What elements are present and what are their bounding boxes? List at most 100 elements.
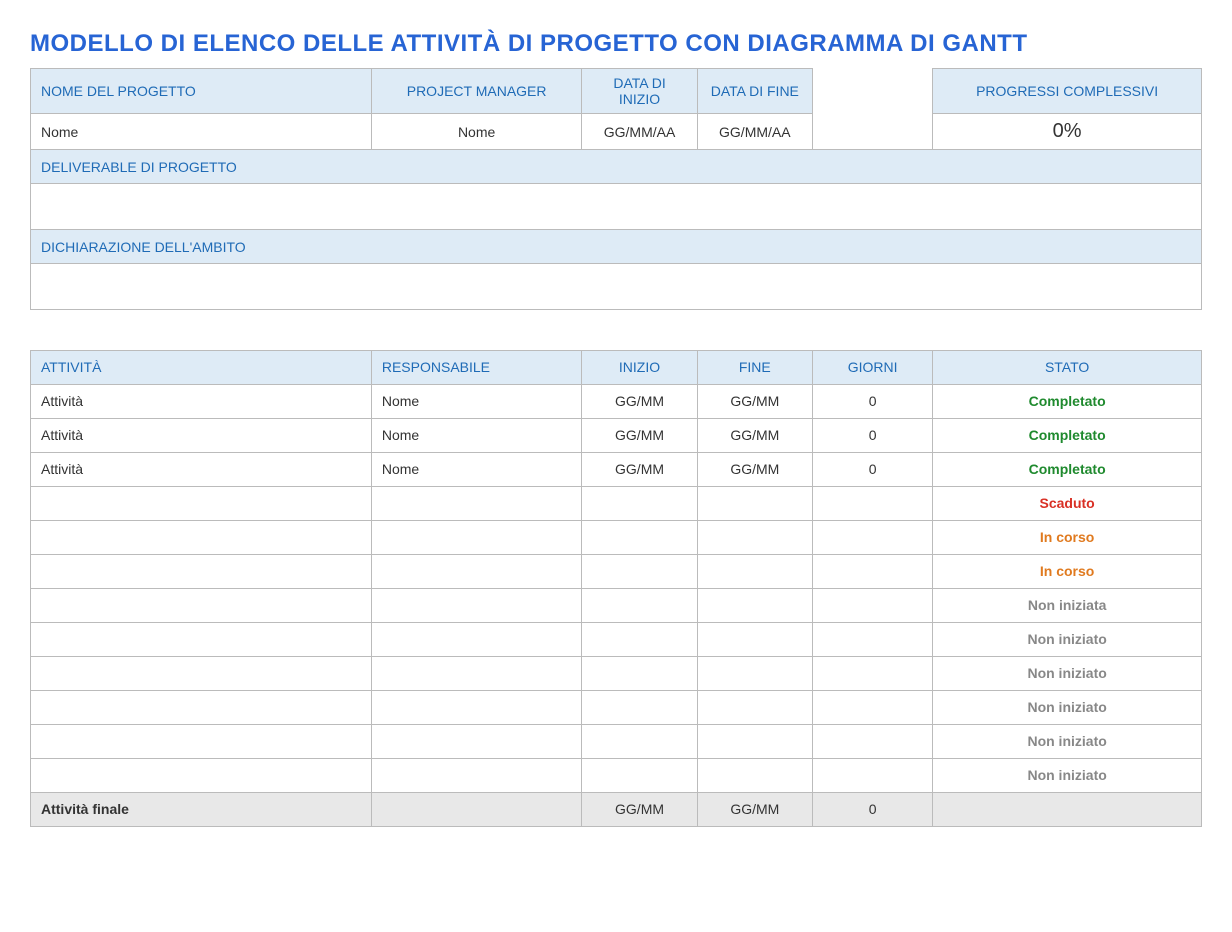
cell-days[interactable]	[812, 588, 932, 622]
final-status	[933, 792, 1202, 826]
cell-status: Non iniziato	[933, 690, 1202, 724]
cell-end[interactable]	[697, 758, 812, 792]
cell-responsible[interactable]: Nome	[371, 384, 582, 418]
cell-status: Non iniziata	[933, 588, 1202, 622]
cell-end[interactable]	[697, 724, 812, 758]
cell-days[interactable]: 0	[812, 384, 932, 418]
header-project-manager: PROJECT MANAGER	[371, 69, 582, 114]
cell-activity[interactable]: Attività	[31, 384, 372, 418]
spacer	[812, 69, 932, 114]
cell-start[interactable]: GG/MM	[582, 384, 697, 418]
table-row: Non iniziato	[31, 724, 1202, 758]
cell-activity[interactable]	[31, 622, 372, 656]
cell-activity[interactable]	[31, 724, 372, 758]
cell-responsible[interactable]	[371, 588, 582, 622]
cell-responsible[interactable]: Nome	[371, 452, 582, 486]
cell-days[interactable]	[812, 656, 932, 690]
cell-activity[interactable]: Attività	[31, 452, 372, 486]
header-start-date: DATA DI INIZIO	[582, 69, 697, 114]
value-end-date[interactable]: GG/MM/AA	[697, 114, 812, 150]
cell-end[interactable]	[697, 520, 812, 554]
value-deliverable[interactable]	[31, 184, 1202, 230]
cell-responsible[interactable]	[371, 724, 582, 758]
table-row: Non iniziato	[31, 656, 1202, 690]
cell-status: Non iniziato	[933, 622, 1202, 656]
cell-status: Completato	[933, 452, 1202, 486]
cell-days[interactable]: 0	[812, 418, 932, 452]
header-overall-progress: PROGRESSI COMPLESSIVI	[933, 69, 1202, 114]
cell-status: Non iniziato	[933, 758, 1202, 792]
header-status: STATO	[933, 350, 1202, 384]
cell-responsible[interactable]: Nome	[371, 418, 582, 452]
cell-activity[interactable]: Attività	[31, 418, 372, 452]
cell-start[interactable]	[582, 656, 697, 690]
cell-days[interactable]	[812, 724, 932, 758]
header-end: FINE	[697, 350, 812, 384]
cell-status: Completato	[933, 384, 1202, 418]
cell-activity[interactable]	[31, 520, 372, 554]
cell-responsible[interactable]	[371, 554, 582, 588]
cell-responsible[interactable]	[371, 758, 582, 792]
header-days: GIORNI	[812, 350, 932, 384]
cell-activity[interactable]	[31, 690, 372, 724]
cell-activity[interactable]	[31, 554, 372, 588]
final-row: Attività finale GG/MM GG/MM 0	[31, 792, 1202, 826]
cell-start[interactable]	[582, 622, 697, 656]
cell-start[interactable]	[582, 724, 697, 758]
cell-start[interactable]	[582, 758, 697, 792]
cell-start[interactable]: GG/MM	[582, 452, 697, 486]
table-row: In corso	[31, 554, 1202, 588]
cell-end[interactable]	[697, 656, 812, 690]
cell-start[interactable]	[582, 520, 697, 554]
cell-days[interactable]	[812, 622, 932, 656]
page-title: MODELLO DI ELENCO DELLE ATTIVITÀ DI PROG…	[30, 30, 1202, 58]
cell-end[interactable]: GG/MM	[697, 418, 812, 452]
cell-activity[interactable]	[31, 758, 372, 792]
table-row: AttivitàNomeGG/MMGG/MM0Completato	[31, 452, 1202, 486]
project-info-table: NOME DEL PROGETTO PROJECT MANAGER DATA D…	[30, 68, 1202, 350]
value-start-date[interactable]: GG/MM/AA	[582, 114, 697, 150]
cell-responsible[interactable]	[371, 690, 582, 724]
table-row: Non iniziato	[31, 690, 1202, 724]
cell-days[interactable]	[812, 554, 932, 588]
cell-start[interactable]	[582, 588, 697, 622]
cell-days[interactable]: 0	[812, 452, 932, 486]
cell-start[interactable]	[582, 486, 697, 520]
cell-activity[interactable]	[31, 588, 372, 622]
cell-status: Completato	[933, 418, 1202, 452]
cell-end[interactable]	[697, 486, 812, 520]
cell-responsible[interactable]	[371, 486, 582, 520]
value-project-name[interactable]: Nome	[31, 114, 372, 150]
cell-days[interactable]	[812, 520, 932, 554]
cell-end[interactable]	[697, 622, 812, 656]
cell-end[interactable]	[697, 690, 812, 724]
cell-days[interactable]	[812, 758, 932, 792]
value-scope[interactable]	[31, 264, 1202, 310]
header-responsible: RESPONSABILE	[371, 350, 582, 384]
cell-start[interactable]: GG/MM	[582, 418, 697, 452]
cell-activity[interactable]	[31, 656, 372, 690]
header-deliverable: DELIVERABLE DI PROGETTO	[31, 150, 1202, 184]
cell-status: Non iniziato	[933, 724, 1202, 758]
cell-end[interactable]	[697, 588, 812, 622]
header-end-date: DATA DI FINE	[697, 69, 812, 114]
cell-days[interactable]	[812, 690, 932, 724]
cell-end[interactable]	[697, 554, 812, 588]
value-overall-progress: 0%	[933, 114, 1202, 150]
cell-end[interactable]: GG/MM	[697, 384, 812, 418]
table-row: AttivitàNomeGG/MMGG/MM0Completato	[31, 418, 1202, 452]
cell-activity[interactable]	[31, 486, 372, 520]
cell-start[interactable]	[582, 554, 697, 588]
final-responsible	[371, 792, 582, 826]
cell-days[interactable]	[812, 486, 932, 520]
header-project-name: NOME DEL PROGETTO	[31, 69, 372, 114]
cell-status: In corso	[933, 520, 1202, 554]
cell-responsible[interactable]	[371, 622, 582, 656]
value-project-manager[interactable]: Nome	[371, 114, 582, 150]
cell-start[interactable]	[582, 690, 697, 724]
cell-end[interactable]: GG/MM	[697, 452, 812, 486]
tasks-table: ATTIVITÀ RESPONSABILE INIZIO FINE GIORNI…	[30, 350, 1202, 827]
cell-responsible[interactable]	[371, 520, 582, 554]
cell-responsible[interactable]	[371, 656, 582, 690]
cell-status: In corso	[933, 554, 1202, 588]
